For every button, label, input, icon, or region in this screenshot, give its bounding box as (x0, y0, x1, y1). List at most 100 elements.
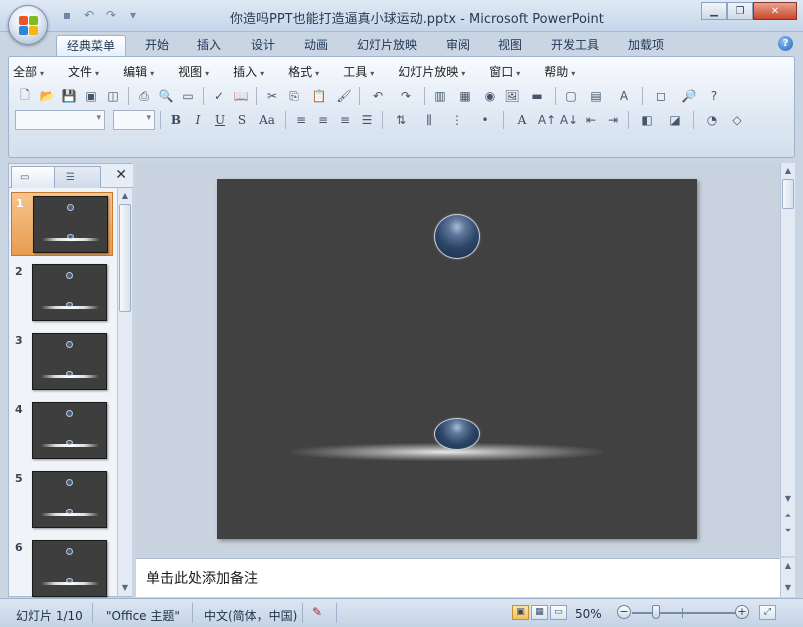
paste-icon[interactable]: 📋 (306, 86, 332, 106)
help-icon[interactable]: ? (778, 36, 793, 51)
tab-slide-show[interactable]: 幻灯片放映 (347, 35, 427, 57)
arrange-icon[interactable]: ◧ (634, 110, 660, 130)
align-right-icon[interactable]: ≡ (335, 110, 355, 130)
italic-button[interactable]: I (188, 110, 208, 130)
current-slide[interactable] (217, 179, 697, 539)
undo-icon[interactable]: ↶ (80, 7, 98, 23)
slide-sorter-button[interactable]: ▦ (531, 605, 548, 620)
cut-icon[interactable]: ✂ (262, 86, 282, 106)
menu-all[interactable]: 全部 ▾ (13, 63, 44, 81)
shape-fill-icon[interactable]: ◔ (699, 110, 725, 130)
font-size-combo[interactable] (113, 110, 155, 130)
save-icon[interactable]: ▪ (58, 7, 76, 23)
scroll-down-icon[interactable]: ▼ (782, 493, 794, 505)
print-icon[interactable]: ⎙ (134, 86, 154, 106)
spelling-icon[interactable]: ✓ (209, 86, 229, 106)
save-icon[interactable]: 💾 (59, 86, 79, 106)
insert-table-icon[interactable]: ▦ (452, 86, 478, 106)
minimize-button[interactable]: ▁ (701, 2, 727, 20)
insert-chart-icon[interactable]: ▥ (430, 86, 450, 106)
scrollbar-thumb[interactable] (782, 179, 794, 209)
decrease-font-icon[interactable]: A↓ (559, 110, 579, 130)
fit-to-window-button[interactable]: ⤢ (759, 605, 776, 620)
scrollbar-thumb[interactable] (119, 204, 131, 312)
tab-insert[interactable]: 插入 (187, 35, 231, 57)
copy-icon[interactable]: ⎘ (284, 86, 304, 106)
undo-icon[interactable]: ↶ (365, 86, 391, 106)
research-icon[interactable]: 📖 (231, 86, 251, 106)
ball-top[interactable] (434, 214, 480, 259)
slide-thumbnail-5[interactable]: 5 (11, 468, 113, 532)
tab-classic-menu[interactable]: 经典菜单 (56, 35, 127, 57)
color-grayscale-icon[interactable]: ▬ (524, 86, 550, 106)
menu-view[interactable]: 视图 ▾ (178, 63, 209, 81)
slide-thumbnail-3[interactable]: 3 (11, 330, 113, 394)
zoom-out-button[interactable]: − (617, 605, 631, 619)
tab-design[interactable]: 设计 (241, 35, 285, 57)
text-shadow-button[interactable]: S (232, 110, 252, 130)
open-folder-icon[interactable]: 📂 (37, 86, 57, 106)
new-document-icon[interactable]: 🗋 (15, 86, 35, 106)
slide-show-button[interactable]: ▭ (550, 605, 567, 620)
align-center-icon[interactable]: ≡ (313, 110, 333, 130)
scroll-up-icon[interactable]: ▲ (782, 560, 794, 572)
permission-icon[interactable]: ▣ (81, 86, 101, 106)
thumbnail-scrollbar[interactable]: ▲ ▼ (117, 188, 132, 596)
tab-view[interactable]: 视图 (488, 35, 532, 57)
quick-styles-icon[interactable]: ◪ (662, 110, 688, 130)
text-direction-icon[interactable]: ⇅ (388, 110, 414, 130)
underline-button[interactable]: U (210, 110, 230, 130)
close-pane-icon[interactable]: ✕ (115, 167, 127, 183)
previous-slide-icon[interactable]: ⏶ (782, 510, 794, 522)
normal-view-button[interactable]: ▣ (512, 605, 529, 620)
slide-thumbnail-2[interactable]: 2 (11, 261, 113, 325)
tab-add-ins[interactable]: 加载项 (618, 35, 674, 57)
justify-icon[interactable]: ☰ (357, 110, 377, 130)
print-preview-icon[interactable]: 🔍 (156, 86, 176, 106)
shapes-icon[interactable]: ◻ (648, 86, 674, 106)
zoom-slider-track[interactable] (632, 612, 736, 614)
zoom-slider-thumb[interactable] (652, 605, 660, 619)
notes-scrollbar[interactable]: ▲ ▼ (780, 558, 795, 597)
zoom-icon[interactable]: 🔎 (676, 86, 702, 106)
align-left-icon[interactable]: ≡ (291, 110, 311, 130)
zoom-level[interactable]: 50% (575, 607, 602, 621)
menu-tools[interactable]: 工具 ▾ (343, 63, 374, 81)
redo-icon[interactable]: ↷ (102, 7, 120, 23)
scroll-down-icon[interactable]: ▼ (119, 582, 131, 594)
slide-layout-icon[interactable]: ▤ (583, 86, 609, 106)
bold-button[interactable]: B (166, 110, 186, 130)
tab-home[interactable]: 开始 (135, 35, 179, 57)
menu-edit[interactable]: 编辑 ▾ (123, 63, 154, 81)
tab-developer[interactable]: 开发工具 (541, 35, 609, 57)
shape-outline-icon[interactable]: ◇ (727, 110, 747, 130)
insert-picture-icon[interactable]: 🖼 (502, 86, 522, 106)
slide-thumbnail-4[interactable]: 4 (11, 399, 113, 463)
format-painter-icon[interactable]: 🖌 (334, 86, 354, 106)
office-help-icon[interactable]: ? (704, 86, 724, 106)
slides-tab[interactable]: ▭ (11, 166, 55, 188)
restore-button[interactable]: ❐ (727, 2, 753, 20)
slide-scrollbar[interactable]: ▲ ▼ ⏶ ⏷ (780, 163, 795, 556)
increase-font-icon[interactable]: A↑ (537, 110, 557, 130)
scroll-up-icon[interactable]: ▲ (119, 190, 131, 202)
notes-pane[interactable]: 单击此处添加备注 (136, 558, 780, 597)
menu-help[interactable]: 帮助 ▾ (544, 63, 575, 81)
redo-icon[interactable]: ↷ (393, 86, 419, 106)
ball-bottom[interactable] (434, 418, 480, 450)
numbering-icon[interactable]: ⋮ (444, 110, 470, 130)
scroll-down-icon[interactable]: ▼ (782, 582, 794, 594)
align-text-icon[interactable]: ⫼ (416, 110, 442, 130)
menu-file[interactable]: 文件 ▾ (68, 63, 99, 81)
customize-qat-icon[interactable]: ▾ (124, 7, 142, 23)
tab-review[interactable]: 审阅 (436, 35, 480, 57)
outline-tab[interactable]: ☰ (49, 166, 101, 188)
spelling-check-icon[interactable]: ✎ (312, 605, 322, 619)
language-indicator[interactable]: 中文(简体，中国) (204, 607, 297, 624)
increase-indent-icon[interactable]: ⇥ (603, 110, 623, 130)
scroll-up-icon[interactable]: ▲ (782, 165, 794, 177)
menu-window[interactable]: 窗口 ▾ (489, 63, 520, 81)
new-slide-icon[interactable]: ▢ (561, 86, 581, 106)
menu-slide-show[interactable]: 幻灯片放映 ▾ (398, 63, 465, 81)
bullets-icon[interactable]: • (472, 110, 498, 130)
